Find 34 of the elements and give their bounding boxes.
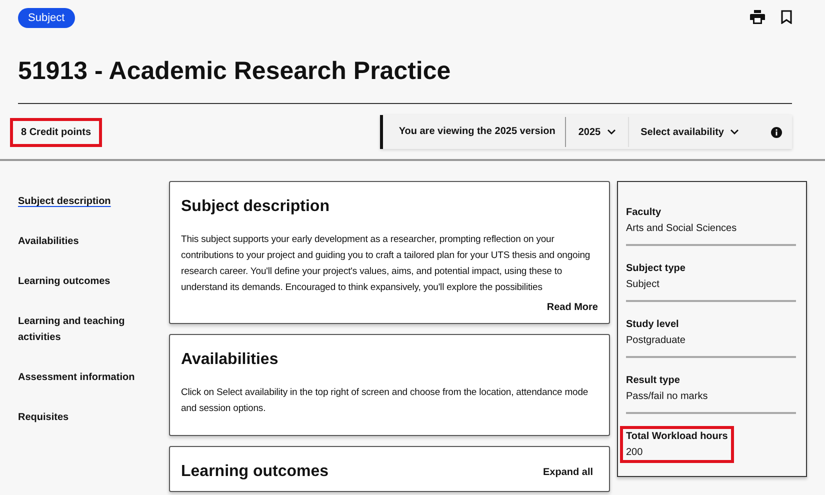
section-title: Learning outcomes <box>181 463 329 481</box>
detail-value: Postgraduate <box>626 335 686 346</box>
section-text: Click on Select availability in the top right of screen and choose from the location, attendance mode and session options. <box>181 386 590 416</box>
sidebar-link[interactable]: Subject description <box>18 194 138 210</box>
detail-value: 200 <box>626 447 644 458</box>
read-more-button[interactable]: Read More <box>546 302 598 313</box>
year-dropdown[interactable]: 2025 <box>566 117 629 147</box>
chevron-down-icon <box>730 129 739 135</box>
detail-value: Arts and Social Sciences <box>626 223 737 234</box>
section-title: Availabilities <box>181 351 280 369</box>
detail-label: Subject type <box>626 263 686 274</box>
detail-label: Result type <box>626 375 681 386</box>
sidebar-link[interactable]: Learning and teaching activities <box>18 314 138 346</box>
section-text: This subject supports your early development as a researcher, prompting reflection on your contributions to your project and guiding you to craft a tailored plan for your UTS thesis and ongoing research career. You'll define your project's values, aims, and potential impact, using these to understand its demands. Encouraged to think expansively, you'll explore the possibilities <box>181 233 592 295</box>
detail-value: Subject <box>626 279 660 290</box>
detail-label: Faculty <box>626 207 662 218</box>
sidebar-link[interactable]: Requisites <box>18 410 138 426</box>
availability-dropdown[interactable]: Select availability <box>628 117 751 147</box>
detail-label: Study level <box>626 319 680 330</box>
sidebar-link[interactable]: Learning outcomes <box>18 274 138 290</box>
version-text: You are viewing the 2025 version <box>382 117 566 147</box>
bookmark-icon[interactable] <box>781 10 792 24</box>
credit-points: 8 Credit points <box>10 118 102 146</box>
sidebar-link[interactable]: Assessment information <box>18 370 138 386</box>
info-icon[interactable] <box>771 126 782 138</box>
detail-value: Pass/fail no marks <box>626 391 708 402</box>
section-title: Subject description <box>181 198 330 216</box>
subject-badge: Subject <box>18 8 75 28</box>
detail-label: Total Workload hours <box>626 431 728 442</box>
sidebar-link[interactable]: Availabilities <box>18 234 138 250</box>
expand-all-button[interactable]: Expand all <box>542 466 593 478</box>
print-icon[interactable] <box>750 10 765 24</box>
page-title: 51913 - Academic Research Practice <box>18 57 792 104</box>
chevron-down-icon <box>606 129 616 135</box>
